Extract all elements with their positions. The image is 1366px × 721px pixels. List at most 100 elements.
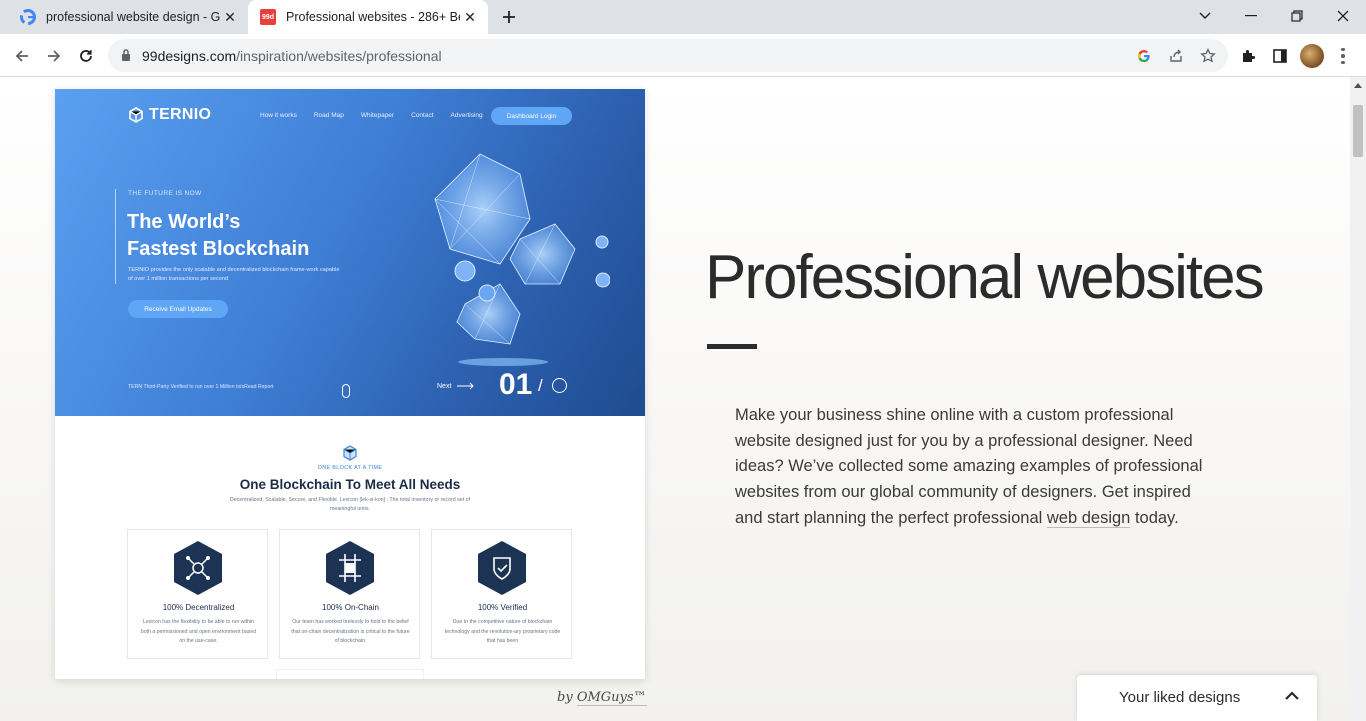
web-design-link[interactable]: web design (1046, 508, 1131, 528)
slide-separator: / (538, 376, 543, 395)
network-icon (174, 541, 222, 595)
arrow-right-icon (457, 382, 475, 390)
litecoin-icon (454, 260, 476, 282)
preview-headline-line: Fastest Blockchain (127, 238, 310, 260)
feature-title: 100% Decentralized (162, 603, 235, 612)
google-lens-button[interactable] (1134, 46, 1154, 66)
preview-headline-line: The World’s (127, 211, 241, 233)
chevron-down-icon (1199, 12, 1211, 19)
tab-google-search[interactable]: professional website design - Go ✕ (8, 0, 248, 34)
close-tab-icon[interactable]: ✕ (460, 7, 480, 27)
brand-name: TERNIO (149, 106, 212, 123)
share-icon (1170, 49, 1182, 62)
preview-features-section: ONE BLOCK AT A TIME One Blockchain To Me… (55, 416, 645, 679)
tab-strip: professional website design - Go ✕ 99d P… (0, 0, 1366, 34)
liked-designs-panel[interactable]: Your liked designs (1077, 675, 1317, 721)
scroll-thumb[interactable] (1353, 105, 1363, 157)
feature-description: Due to the competitive nature of blockch… (444, 619, 561, 644)
cube-icon (343, 445, 357, 461)
crystal-network-illustration (434, 153, 610, 366)
title-divider (707, 344, 757, 349)
page-title: Professional websites (705, 243, 1265, 312)
favicon-text: 99d (260, 9, 276, 25)
arrow-right-icon (48, 50, 61, 62)
url-host: 99designs.com (142, 48, 237, 64)
feature-card: 100% On-Chain Our team has worked tirele… (279, 529, 420, 659)
reload-button[interactable] (73, 43, 99, 69)
browser-menu-button[interactable] (1336, 45, 1350, 67)
preview-nav-item: Whitepaper (360, 112, 395, 119)
close-window-button[interactable] (1330, 4, 1356, 28)
page-scrollbar[interactable] (1350, 77, 1366, 721)
address-bar[interactable]: 99designs.com/inspiration/websites/profe… (108, 39, 1228, 72)
scroll-mouse-icon (342, 384, 350, 398)
preview-nav-item: Advertising (450, 112, 483, 119)
arrow-left-icon (15, 50, 28, 62)
cube-icon (129, 107, 143, 123)
intro-text-end: today. (1130, 508, 1179, 527)
preview-next: Next (437, 382, 475, 390)
ripple-icon (595, 235, 609, 249)
tab-99designs[interactable]: 99d Professional websites - 286+ Be ✕ (248, 0, 488, 34)
preview-section-subtitle: Decentralized, Scalable, Secure, and Fle… (229, 497, 471, 512)
plus-icon (503, 11, 515, 23)
side-panel-button[interactable] (1269, 45, 1291, 67)
designer-credit: by OMGuys™ (557, 690, 647, 706)
preview-kicker: ONE BLOCK AT A TIME (317, 465, 383, 471)
close-tab-icon[interactable]: ✕ (220, 7, 240, 27)
feature-card: 100% Verified Due to the competitive nat… (431, 529, 572, 659)
puzzle-icon (1243, 50, 1255, 62)
minimize-icon (1245, 15, 1257, 17)
feature-title: 100% Verified (477, 603, 528, 612)
preview-logo: TERNIO (128, 106, 211, 124)
url-path: /inspiration/websites/professional (236, 48, 442, 64)
next-label: Next (437, 382, 452, 390)
preview-eyebrow: THE FUTURE IS NOW (128, 190, 202, 197)
browser-toolbar: 99designs.com/inspiration/websites/profe… (0, 34, 1366, 77)
preview-nav: How it works Road Map Whitepaper Contact… (260, 112, 483, 119)
restore-button[interactable] (1284, 4, 1310, 28)
bitcoin-icon (478, 284, 496, 302)
preview-description: TERNIO provides the only scalable and de… (128, 267, 340, 282)
design-preview-image[interactable]: TERNIO How it works Road Map Whitepaper … (55, 89, 645, 679)
preview-footer-note: TERN Third-Party Verified to run over 1 … (128, 384, 274, 390)
page-content: TERNIO How it works Road Map Whitepaper … (0, 77, 1350, 721)
feature-description: Our team has worked tirelessly to hold t… (291, 619, 410, 644)
feature-card: 100% Decentralized Lexicon has the flexi… (127, 529, 268, 659)
bookmark-button[interactable] (1198, 46, 1218, 66)
feature-description: Lexicon has the flexibility to be able t… (140, 619, 257, 644)
chain-icon (326, 541, 374, 595)
share-button[interactable] (1166, 46, 1186, 66)
card-peek (276, 669, 424, 679)
ethereum-icon (595, 272, 610, 288)
tab-title: Professional websites - 286+ Be (286, 10, 460, 24)
preview-nav-item: Road Map (313, 112, 344, 119)
tab-search-button[interactable] (1192, 4, 1218, 28)
feature-title: 100% On-Chain (322, 603, 379, 612)
preview-nav-item: Contact (411, 112, 434, 119)
chevron-up-icon[interactable] (1285, 691, 1299, 700)
close-icon (1337, 10, 1349, 22)
new-tab-button[interactable] (498, 6, 520, 28)
preview-headline: The World’s Fastest Blockchain (127, 209, 387, 263)
minimize-button[interactable] (1238, 4, 1264, 28)
preview-hero: TERNIO How it works Road Map Whitepaper … (55, 89, 645, 416)
back-button[interactable] (9, 43, 35, 69)
profile-avatar[interactable] (1300, 44, 1324, 68)
extensions-button[interactable] (1237, 45, 1259, 67)
url-text: 99designs.com/inspiration/websites/profe… (142, 48, 442, 64)
preview-cta-button: Receive Email Updates (128, 300, 228, 318)
scroll-up-arrow[interactable] (1354, 83, 1362, 88)
side-panel-icon (1273, 49, 1287, 63)
preview-section-title: One Blockchain To Meet All Needs (239, 477, 461, 492)
intro-paragraph: Make your business shine online with a c… (735, 403, 1215, 532)
99designs-icon: 99d (260, 9, 276, 25)
designer-link[interactable]: OMGuys™ (576, 690, 647, 706)
preview-dashboard-button: Dashboard Login (491, 107, 572, 125)
reload-icon (80, 50, 92, 62)
credit-prefix: by (557, 690, 573, 705)
google-icon (20, 9, 36, 25)
lock-icon (122, 49, 130, 61)
forward-button[interactable] (41, 43, 67, 69)
tab-title: professional website design - Go (46, 10, 220, 24)
